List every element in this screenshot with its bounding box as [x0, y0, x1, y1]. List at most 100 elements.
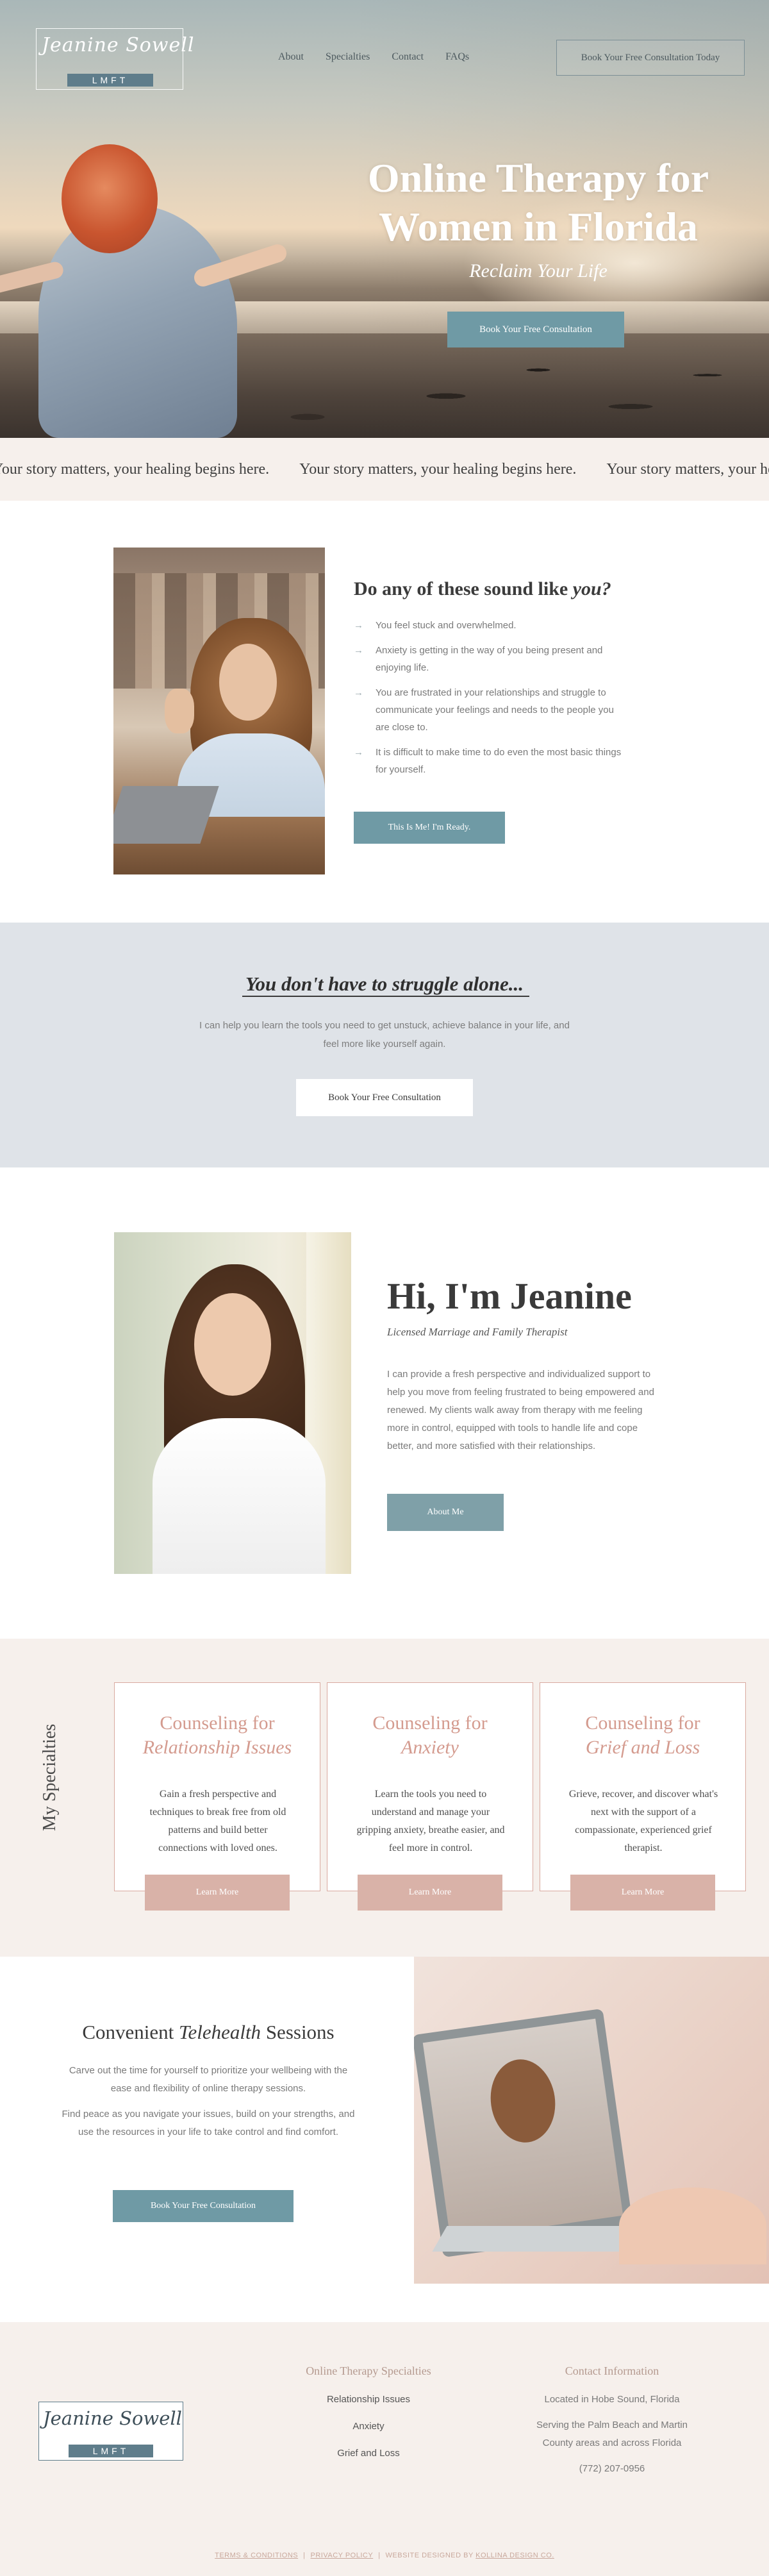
woman-on-laptop-photo: [113, 548, 325, 874]
arrow-right-icon: →: [354, 747, 363, 758]
footer-link-relationship[interactable]: Relationship Issues: [282, 2391, 455, 2409]
hero-title: Online Therapy for Women in Florida: [367, 155, 709, 249]
arrow-right-icon: →: [354, 687, 363, 698]
logo-script-name: Jeanine Sowell: [43, 2407, 182, 2429]
sound-like-list: → You feel stuck and overwhelmed. → Anxiet…: [354, 617, 623, 786]
list-item-text: It is difficult to make time to do even …: [376, 747, 622, 775]
footer-legal-bar: TERMS & CONDITIONS | PRIVACY POLICY | WEBSIT…: [0, 2552, 769, 2559]
terms-link[interactable]: TERMS & CONDITIONS: [215, 2552, 298, 2559]
list-item-text: You feel stuck and overwhelmed.: [376, 620, 517, 631]
list-item: → Anxiety is getting in the way of you be…: [354, 642, 623, 676]
telehealth-section: Convenient Telehealth Sessions Carve out…: [0, 1957, 769, 2284]
nav-specialties[interactable]: Specialties: [326, 51, 370, 63]
sound-like-heading-em: you?: [572, 578, 611, 599]
telehealth-book-consultation-button[interactable]: Book Your Free Consultation: [113, 2190, 294, 2222]
arrow-right-icon: →: [354, 645, 363, 656]
footer-specialties-column: Online Therapy Specialties Relationship …: [282, 2364, 455, 2471]
telehealth-heading-pre: Convenient: [82, 2021, 179, 2043]
about-heading: Hi, I'm Jeanine: [384, 1275, 649, 1317]
marquee-track: Your story matters, your healing begins …: [0, 461, 769, 478]
specialty-card-relationship: Counseling for Relationship Issues Gain …: [114, 1682, 320, 1891]
credit-text: WEBSITE DESIGNED BY: [385, 2552, 476, 2559]
legal-separator: |: [378, 2552, 381, 2559]
photo-face: [194, 1293, 271, 1396]
list-item: → It is difficult to make time to do even…: [354, 744, 623, 778]
sound-like-heading: Do any of these sound like you?: [354, 578, 611, 600]
list-item-text: Anxiety is getting in the way of you bei…: [376, 645, 603, 673]
footer-phone-link[interactable]: (772) 207-0956: [525, 2460, 699, 2478]
telehealth-paragraph-2: Find peace as you navigate your issues, …: [62, 2109, 355, 2137]
footer-location: Located in Hobe Sound, Florida: [544, 2394, 680, 2405]
learn-more-grief-button[interactable]: Learn More: [570, 1875, 715, 1911]
hero-section: Jeanine Sowell LMFT About Specialties Co…: [0, 0, 769, 438]
designer-credit-link[interactable]: KOLLINA DESIGN CO.: [475, 2552, 554, 2559]
specialty-card-text: Learn the tools you need to understand a…: [356, 1789, 505, 1853]
footer-link-anxiety[interactable]: Anxiety: [282, 2418, 455, 2436]
header-book-consultation-button[interactable]: Book Your Free Consultation Today: [556, 40, 745, 76]
marquee-banner: Your story matters, your healing begins …: [0, 438, 769, 501]
marquee-item: Your story matters, your healing begins …: [606, 461, 769, 478]
site-footer: Jeanine Sowell LMFT Online Therapy Speci…: [0, 2284, 769, 2576]
struggle-book-consultation-button[interactable]: Book Your Free Consultation: [296, 1079, 473, 1116]
specialty-card-text: Grieve, recover, and discover what's nex…: [568, 1789, 718, 1853]
telehealth-paragraph-1: Carve out the time for yourself to prior…: [69, 2065, 348, 2094]
struggle-heading: You don't have to struggle alone...: [245, 973, 524, 995]
list-item: → You are frustrated in your relationship…: [354, 684, 623, 736]
specialty-card-anxiety: Counseling for Anxiety Learn the tools y…: [327, 1682, 533, 1891]
marquee-item: Your story matters, your healing begins …: [299, 461, 577, 478]
about-me-button[interactable]: About Me: [387, 1494, 504, 1531]
specialties-section: My Specialties Counseling for Relationsh…: [0, 1639, 769, 1957]
marquee-item: Your story matters, your healing begins …: [0, 461, 270, 478]
telehealth-heading-em: Telehealth: [179, 2021, 261, 2043]
nav-about[interactable]: About: [278, 51, 304, 63]
specialty-card-text: Gain a fresh perspective and techniques …: [149, 1789, 286, 1853]
specialty-card-title-top: Counseling for: [372, 1712, 488, 1734]
specialty-card-title-em: Relationship Issues: [142, 1737, 292, 1758]
site-logo[interactable]: Jeanine Sowell LMFT: [36, 28, 194, 90]
footer-link-grief[interactable]: Grief and Loss: [282, 2445, 455, 2463]
hero-subtitle: Reclaim Your Life: [469, 260, 608, 281]
learn-more-anxiety-button[interactable]: Learn More: [358, 1875, 502, 1911]
footer-logo[interactable]: Jeanine Sowell LMFT: [38, 2402, 183, 2461]
nav-faqs[interactable]: FAQs: [445, 51, 469, 63]
about-subtitle: Licensed Marriage and Family Therapist: [387, 1326, 568, 1338]
nav-contact[interactable]: Contact: [392, 51, 424, 63]
footer-contact-heading: Contact Information: [565, 2364, 659, 2377]
photo-face: [219, 644, 277, 721]
sound-like-heading-main: Do any of these sound like: [354, 578, 573, 599]
list-item: → You feel stuck and overwhelmed.: [354, 617, 623, 634]
struggle-text: I can help you learn the tools you need …: [199, 1020, 570, 1050]
logo-credential-tag: LMFT: [67, 74, 153, 87]
logo-credential-tag: LMFT: [69, 2445, 153, 2457]
specialty-card-title-em: Anxiety: [401, 1737, 459, 1758]
photo-hand: [619, 2187, 766, 2264]
list-item-text: You are frustrated in your relationships…: [376, 687, 614, 733]
specialty-card-title: Counseling for Grief and Loss: [540, 1711, 745, 1760]
arrow-right-icon: →: [354, 620, 363, 631]
struggle-section: You don't have to struggle alone... I ca…: [0, 923, 769, 1167]
ready-button[interactable]: This Is Me! I'm Ready.: [354, 812, 505, 844]
main-nav: About Specialties Contact FAQs: [278, 51, 469, 63]
struggle-underline: [242, 996, 529, 997]
specialty-card-grief: Counseling for Grief and Loss Grieve, re…: [540, 1682, 746, 1891]
telehealth-laptop-photo: [414, 1957, 769, 2284]
photo-waving-hand: [165, 689, 194, 733]
learn-more-relationship-button[interactable]: Learn More: [145, 1875, 290, 1911]
legal-separator: |: [303, 2552, 306, 2559]
about-text: I can provide a fresh perspective and in…: [387, 1369, 654, 1451]
specialty-card-title-top: Counseling for: [585, 1712, 700, 1734]
specialty-card-title: Counseling for Anxiety: [327, 1711, 533, 1760]
footer-contact-column: Contact Information Located in Hobe Soun…: [525, 2364, 699, 2486]
telehealth-heading: Convenient Telehealth Sessions: [38, 2021, 378, 2044]
about-heading-text: Hi, I'm Jeanine: [387, 1275, 632, 1317]
privacy-link[interactable]: PRIVACY POLICY: [311, 2552, 374, 2559]
specialty-card-title-top: Counseling for: [160, 1712, 275, 1734]
jeanine-portrait-photo: [114, 1232, 351, 1574]
specialty-card-title-em: Grief and Loss: [585, 1737, 700, 1758]
specialties-vertical-heading: My Specialties: [40, 1723, 60, 1831]
footer-specialties-heading: Online Therapy Specialties: [306, 2364, 431, 2377]
hero-book-consultation-button[interactable]: Book Your Free Consultation: [447, 312, 624, 347]
footer-top-band: [0, 2284, 769, 2322]
logo-script-name: Jeanine Sowell: [42, 34, 195, 56]
telehealth-heading-post: Sessions: [261, 2021, 335, 2043]
